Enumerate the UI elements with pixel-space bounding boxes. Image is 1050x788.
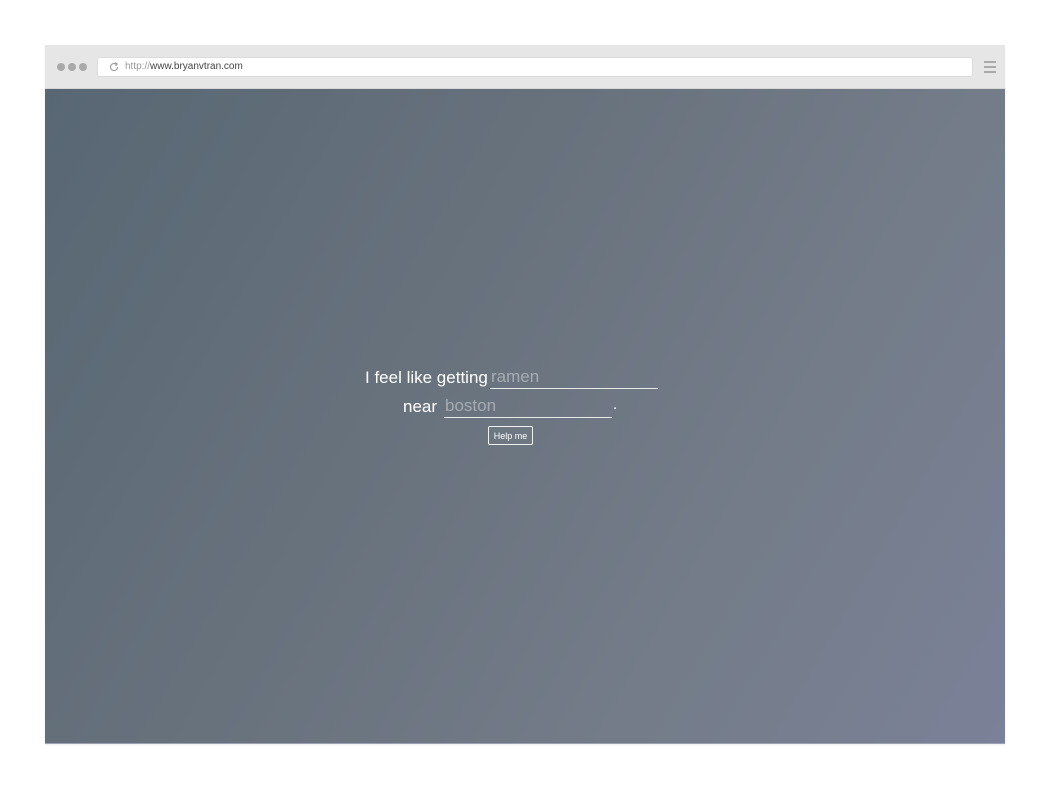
location-prompt-label: near — [403, 397, 438, 416]
window-dot-icon[interactable] — [57, 63, 65, 71]
url-host: www.bryanvtran.com — [150, 61, 243, 72]
food-input[interactable] — [490, 367, 658, 389]
menu-icon[interactable] — [984, 61, 996, 73]
address-bar[interactable]: http://www.bryanvtran.com — [97, 57, 973, 77]
url-text[interactable]: http://www.bryanvtran.com — [125, 61, 243, 73]
url-protocol: http:// — [125, 61, 151, 72]
browser-toolbar: http://www.bryanvtran.com — [45, 45, 1005, 89]
page-viewport: I feel like getting near . Help me About — [45, 89, 1005, 782]
window-dot-icon[interactable] — [79, 63, 87, 71]
window-dot-icon[interactable] — [68, 63, 76, 71]
location-input[interactable] — [444, 396, 612, 418]
about-link[interactable]: About — [45, 772, 1005, 782]
reload-icon[interactable] — [108, 61, 120, 73]
browser-window: http://www.bryanvtran.com I feel like ge… — [45, 45, 1005, 782]
window-controls — [57, 63, 87, 71]
sentence-period: . — [613, 396, 618, 413]
help-me-button[interactable]: Help me — [488, 426, 533, 445]
food-prompt-label: I feel like getting — [365, 368, 488, 387]
